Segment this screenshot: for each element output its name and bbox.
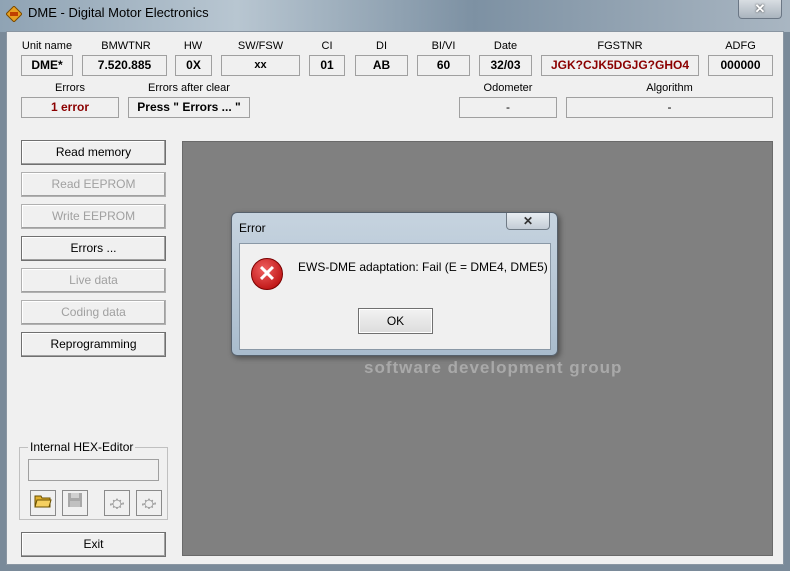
dialog-close-button[interactable]: ✕ — [506, 213, 550, 230]
ok-button[interactable]: OK — [358, 308, 433, 334]
di-value: AB — [355, 55, 408, 76]
sw-value: xx — [221, 55, 300, 76]
odometer-label: Odometer — [483, 82, 533, 94]
open-folder-icon[interactable] — [30, 490, 56, 516]
exit-button[interactable]: Exit — [21, 532, 166, 557]
error-icon: ✕ — [251, 258, 283, 290]
window-close-button[interactable]: ✕ — [738, 0, 782, 19]
hw-value: 0X — [175, 55, 212, 76]
bmwtnr-label: BMWTNR — [101, 40, 151, 52]
coding-data-button[interactable]: Coding data — [21, 300, 166, 325]
read-eeprom-button[interactable]: Read EEPROM — [21, 172, 166, 197]
odometer-value: - — [459, 97, 557, 118]
find-next-binoculars-icon[interactable]: ⛮ — [136, 490, 162, 516]
fgstnr-value: JGK?CJK5DGJG?GHO4 — [541, 55, 699, 76]
date-value: 32/03 — [479, 55, 532, 76]
dialog-body: ✕ EWS-DME adaptation: Fail (E = DME4, DM… — [239, 243, 551, 350]
ci-label: CI — [321, 40, 333, 52]
live-data-button[interactable]: Live data — [21, 268, 166, 293]
unit-name-label: Unit name — [21, 40, 73, 52]
error-dialog: Error ✕ ✕ EWS-DME adaptation: Fail (E = … — [231, 212, 558, 356]
di-label: DI — [376, 40, 387, 52]
date-label: Date — [493, 40, 518, 52]
save-icon[interactable] — [62, 490, 88, 516]
bmwtnr-value: 7.520.885 — [82, 55, 167, 76]
bivi-value: 60 — [417, 55, 470, 76]
hex-editor-label: Internal HEX-Editor — [28, 440, 136, 454]
hex-editor-input[interactable] — [28, 459, 159, 481]
find-binoculars-icon[interactable]: ⛮ — [104, 490, 130, 516]
watermark-tagline: software development group — [364, 358, 623, 377]
app-icon — [6, 6, 22, 22]
fgstnr-label: FGSTNR — [597, 40, 643, 52]
algorithm-value: - — [566, 97, 773, 118]
hw-label: HW — [183, 40, 203, 52]
algorithm-label: Algorithm — [646, 82, 693, 94]
errors-after-clear-value: Press " Errors ... " — [128, 97, 250, 118]
hex-editor-group: Internal HEX-Editor ⛮ ⛮ — [19, 440, 168, 520]
errors-button[interactable]: Errors ... — [21, 236, 166, 261]
errors-label: Errors — [55, 82, 85, 94]
errors-value: 1 error — [21, 97, 119, 118]
unit-name-value: DME* — [21, 55, 73, 76]
sw-label: SW/FSW — [237, 40, 284, 52]
adfg-label: ADFG — [725, 40, 756, 52]
title-bar: DME - Digital Motor Electronics ✕ — [0, 0, 790, 32]
read-memory-button[interactable]: Read memory — [21, 140, 166, 165]
bivi-label: BI/VI — [431, 40, 456, 52]
dialog-title: Error — [239, 221, 266, 235]
write-eeprom-button[interactable]: Write EEPROM — [21, 204, 166, 229]
errors-after-clear-label: Errors after clear — [148, 82, 230, 94]
ci-value: 01 — [309, 55, 345, 76]
window-title: DME - Digital Motor Electronics — [28, 5, 209, 20]
adfg-value: 000000 — [708, 55, 773, 76]
reprogramming-button[interactable]: Reprogramming — [21, 332, 166, 357]
dialog-message: EWS-DME adaptation: Fail (E = DME4, DME5… — [298, 260, 548, 274]
